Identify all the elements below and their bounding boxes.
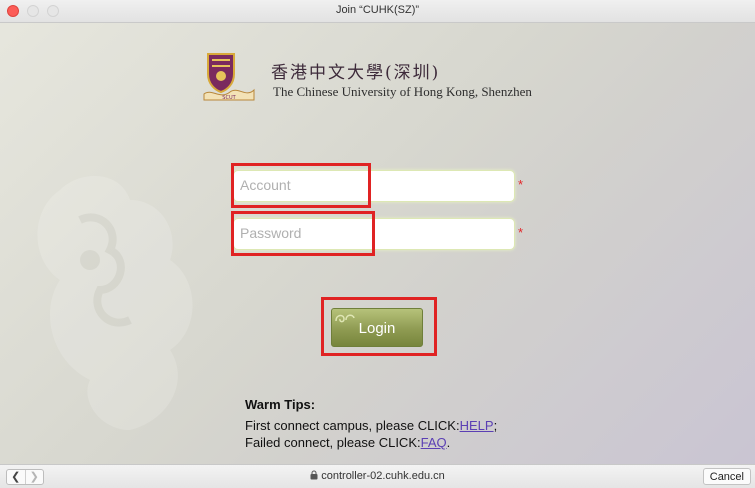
login-button-label: Login: [358, 320, 396, 337]
login-button[interactable]: Login: [331, 308, 423, 347]
tips-help-text: First connect campus, please CLICK:: [245, 418, 460, 433]
window-title: Join “CUHK(SZ)”: [335, 4, 420, 16]
account-required-marker: *: [518, 177, 524, 192]
faq-link[interactable]: FAQ: [421, 435, 447, 450]
svg-text:SCUT: SCUT: [222, 95, 236, 101]
tips-line-help: First connect campus, please CLICK:HELP;: [245, 417, 497, 434]
tips-title: Warm Tips:: [245, 397, 316, 412]
lock-icon: [310, 470, 318, 480]
cancel-button[interactable]: Cancel: [702, 468, 751, 485]
password-required-marker: *: [518, 225, 524, 240]
url-display: controller-02.cuhk.edu.cn: [0, 470, 755, 482]
url-text: controller-02.cuhk.edu.cn: [321, 470, 445, 482]
tips-faq-suffix: .: [446, 435, 451, 450]
title-bar: Join “CUHK(SZ)”: [0, 0, 755, 23]
bottom-bar: ❮ ❯ controller-02.cuhk.edu.cn Cancel: [0, 464, 755, 488]
account-highlight-box: [231, 163, 371, 208]
tips-help-suffix: ;: [493, 418, 498, 433]
tips-faq-text: Failed connect, please CLICK:: [245, 435, 421, 450]
tips-line-faq: Failed connect, please CLICK:FAQ.: [245, 434, 497, 451]
help-link[interactable]: HELP: [460, 418, 494, 433]
captive-portal-window: Join “CUHK(SZ)” SCUT 香港中文大學(深圳) The Chin…: [0, 0, 755, 488]
university-name-english: The Chinese University of Hong Kong, She…: [273, 84, 532, 99]
password-highlight-box: [231, 211, 375, 256]
warm-tips: Warm Tips: First connect campus, please …: [245, 397, 497, 451]
crest-icon: SCUT: [203, 53, 255, 101]
dragon-watermark-icon: [37, 176, 193, 430]
swirl-ornament-icon: [335, 314, 355, 323]
university-name-chinese: 香港中文大學(深圳): [271, 63, 441, 83]
